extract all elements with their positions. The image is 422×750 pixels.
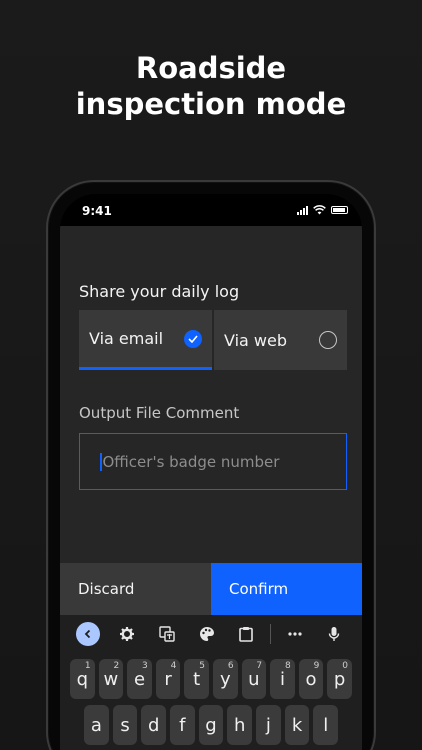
key-y[interactable]: y6 — [212, 659, 238, 699]
keyboard: q1w2e3r4t5y6u7i8o9p0 asdfghjkl — [60, 615, 362, 750]
keyboard-row-1: q1w2e3r4t5y6u7i8o9p0 — [60, 659, 362, 699]
key-label: r — [164, 668, 172, 690]
keyboard-back-button[interactable] — [68, 619, 108, 649]
key-h[interactable]: h — [227, 705, 253, 745]
key-label: e — [133, 668, 146, 690]
key-k[interactable]: k — [284, 705, 310, 745]
key-number-hint: 9 — [313, 661, 320, 671]
share-title: Share your daily log — [79, 282, 240, 301]
share-method-selector: Via email Via web — [79, 310, 347, 370]
key-label: a — [90, 714, 102, 736]
key-label: o — [305, 668, 317, 690]
key-label: s — [120, 714, 130, 736]
key-number-hint: 6 — [227, 661, 234, 671]
key-r[interactable]: r4 — [155, 659, 181, 699]
radio-unselected-icon — [319, 331, 337, 349]
more-icon — [288, 632, 302, 636]
key-e[interactable]: e3 — [127, 659, 152, 699]
toolbar-divider — [269, 624, 271, 644]
option-via-web-label: Via web — [224, 330, 288, 350]
option-via-email[interactable]: Via email — [79, 310, 212, 370]
battery-icon — [331, 206, 348, 214]
key-label: w — [103, 668, 119, 690]
app-content: Share your daily log Via email Via web O… — [60, 226, 362, 750]
back-icon — [75, 622, 100, 646]
translate-icon — [159, 626, 175, 642]
key-number-hint: 7 — [256, 661, 263, 671]
key-g[interactable]: g — [198, 705, 224, 745]
action-bar: Discard Confirm — [60, 563, 362, 615]
keyboard-more-button[interactable] — [275, 619, 315, 649]
gear-icon — [120, 627, 135, 641]
keyboard-voice-button[interactable] — [314, 619, 354, 649]
key-number-hint: 8 — [285, 661, 291, 671]
key-s[interactable]: s — [112, 705, 138, 745]
key-label: f — [179, 714, 186, 736]
key-t[interactable]: t5 — [184, 659, 209, 699]
key-label: j — [265, 714, 271, 736]
key-w[interactable]: w2 — [98, 659, 124, 699]
option-via-email-label: Via email — [89, 329, 164, 348]
keyboard-row-2: asdfghjkl — [60, 705, 362, 745]
key-a[interactable]: a — [84, 705, 109, 745]
key-label: q — [76, 668, 89, 690]
key-label: h — [233, 714, 246, 736]
key-number-hint: 3 — [142, 661, 148, 671]
status-time: 9:41 — [82, 204, 112, 218]
key-label: u — [248, 668, 260, 690]
phone-screen: 9:41 Share your daily log Via email Via … — [60, 194, 362, 750]
keyboard-settings-button[interactable] — [108, 619, 148, 649]
key-number-hint: 4 — [170, 661, 177, 671]
text-cursor — [100, 452, 102, 471]
palette-icon — [199, 627, 214, 641]
keyboard-clipboard-button[interactable] — [226, 619, 266, 649]
headline-line-2: inspection mode — [75, 87, 347, 121]
key-f[interactable]: f — [170, 705, 195, 745]
key-u[interactable]: u7 — [241, 659, 267, 699]
headline: Roadside inspection mode — [0, 50, 422, 122]
keyboard-theme-button[interactable] — [187, 619, 227, 649]
keyboard-translate-button[interactable] — [147, 619, 187, 649]
checkmark-icon — [184, 329, 202, 348]
key-label: d — [147, 714, 160, 736]
key-label: y — [219, 668, 231, 690]
phone-frame: 9:41 Share your daily log Via email Via … — [46, 180, 376, 750]
headline-line-1: Roadside — [135, 51, 287, 85]
key-label: p — [333, 668, 346, 690]
keyboard-toolbar — [60, 615, 362, 653]
signal-icon — [297, 205, 308, 215]
wifi-icon — [313, 205, 326, 215]
comment-label: Output File Comment — [79, 404, 240, 422]
option-via-web[interactable]: Via web — [214, 310, 347, 370]
clipboard-icon — [239, 627, 253, 642]
key-o[interactable]: o9 — [298, 659, 324, 699]
key-q[interactable]: q1 — [70, 659, 95, 699]
comment-input[interactable] — [102, 452, 333, 471]
status-icons — [297, 205, 348, 215]
key-d[interactable]: d — [141, 705, 167, 745]
key-label: l — [323, 714, 329, 736]
key-number-hint: 1 — [84, 661, 91, 671]
key-i[interactable]: i8 — [270, 659, 295, 699]
mic-icon — [329, 627, 340, 641]
confirm-button[interactable]: Confirm — [211, 563, 362, 615]
key-label: i — [279, 668, 285, 690]
key-p[interactable]: p0 — [327, 659, 352, 699]
key-number-hint: 5 — [199, 661, 205, 671]
key-label: t — [193, 668, 201, 690]
comment-field[interactable] — [79, 433, 347, 490]
key-number-hint: 0 — [342, 661, 348, 671]
key-label: k — [291, 714, 303, 736]
key-j[interactable]: j — [256, 705, 281, 745]
status-bar: 9:41 — [60, 194, 362, 226]
key-label: g — [205, 714, 217, 736]
key-l[interactable]: l — [313, 705, 339, 745]
discard-button[interactable]: Discard — [60, 563, 211, 615]
key-number-hint: 2 — [113, 661, 120, 671]
